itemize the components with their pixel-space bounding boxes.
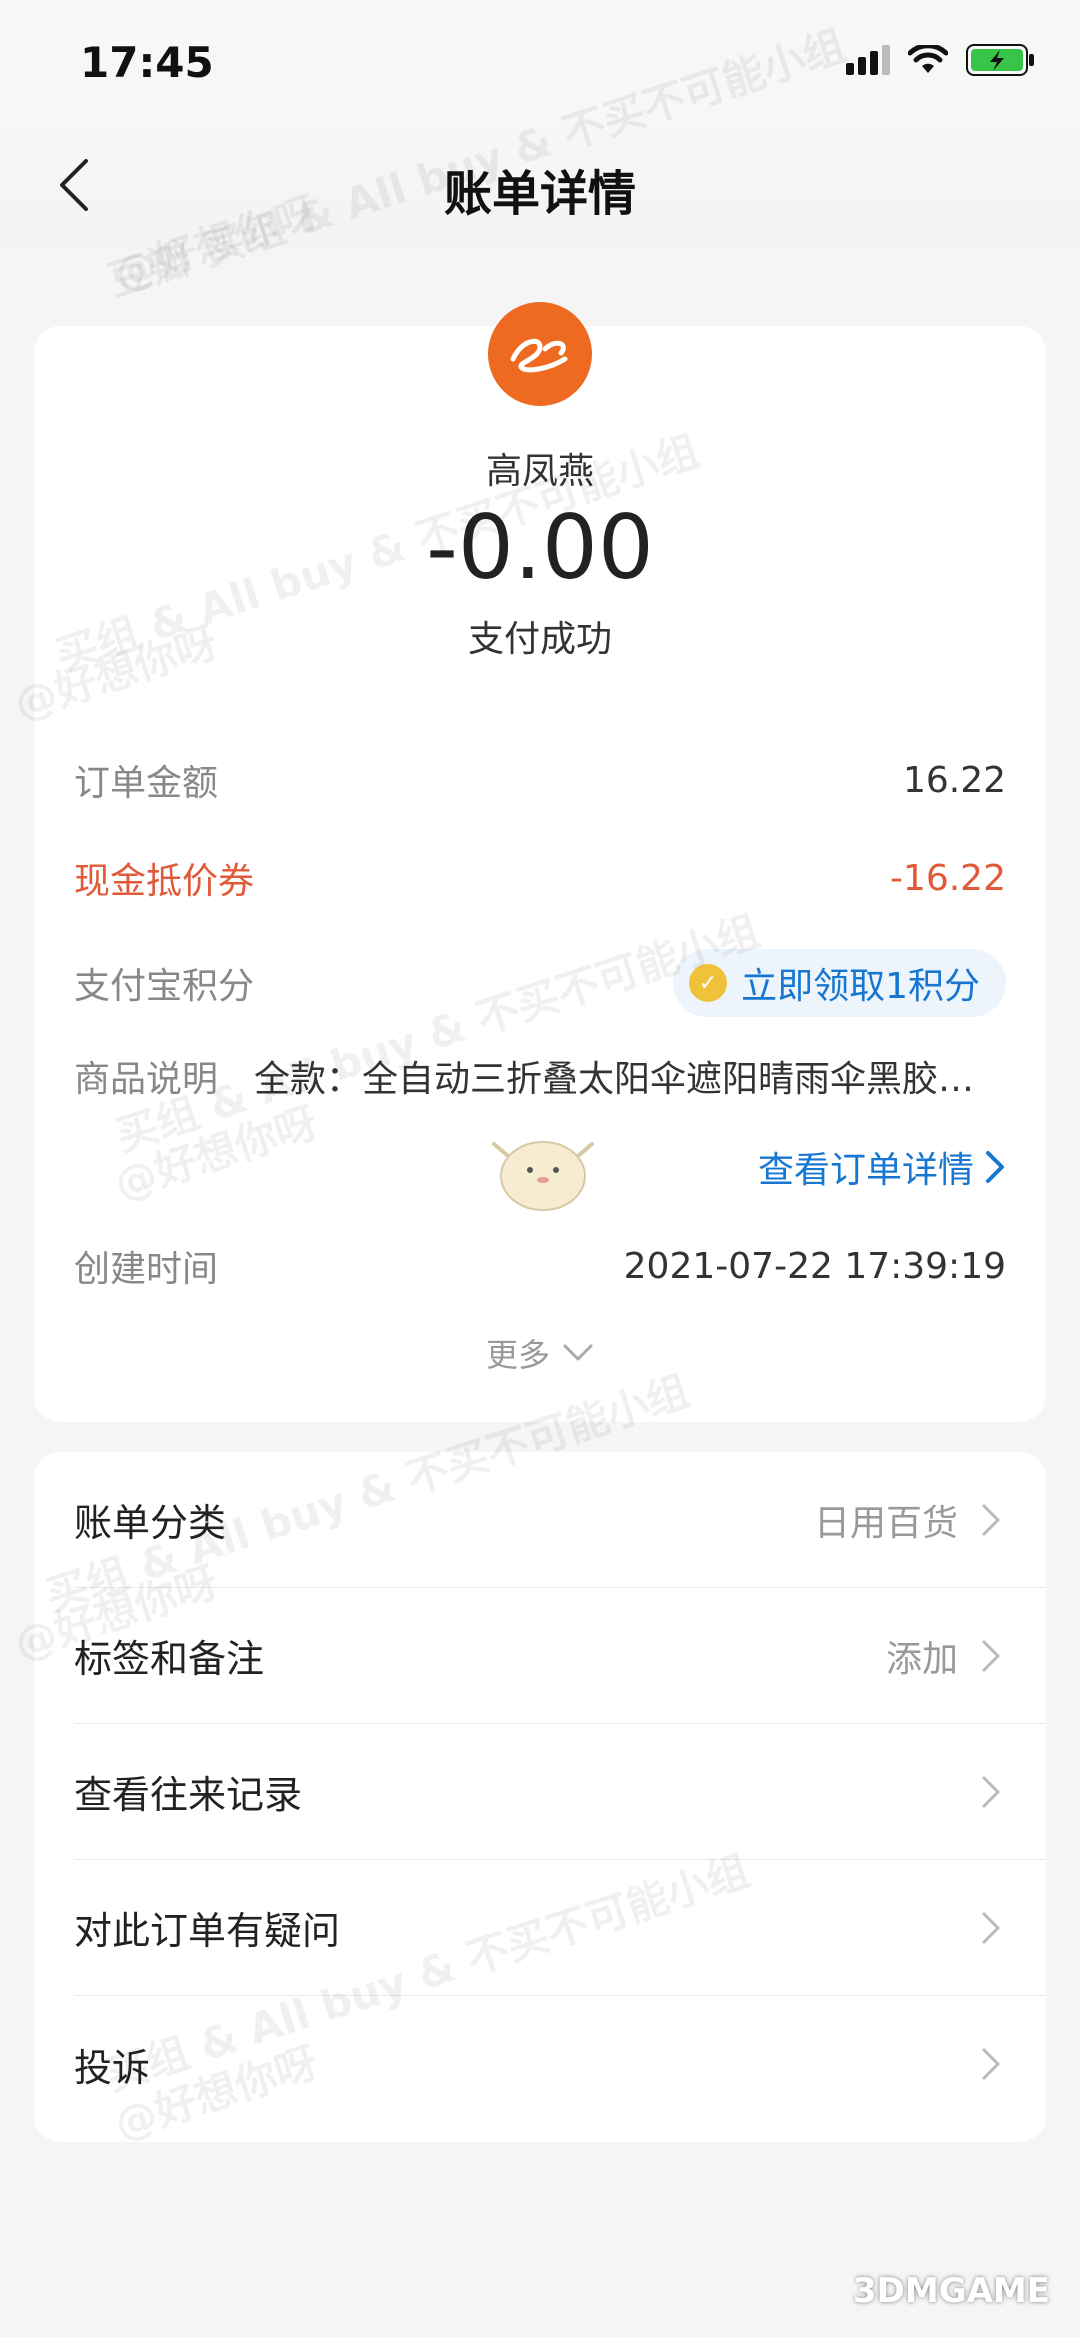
- menu-item-complaint[interactable]: 投诉: [74, 1996, 1046, 2132]
- nav-bar: 账单详情: [0, 120, 1080, 250]
- view-order-details-link[interactable]: 查看订单详情: [74, 1122, 1006, 1212]
- points-row: 支付宝积分 ✓ 立即领取1积分: [74, 946, 1006, 1020]
- description-row: 商品说明 全款：全自动三折叠太阳伞遮阳晴雨伞黑胶防晒防紫外线: [74, 1046, 1006, 1106]
- more-label: 更多: [485, 1336, 550, 1374]
- created-time-value: 2021-07-22 17:39:19: [623, 1245, 1006, 1287]
- menu-item-label: 投诉: [74, 2045, 151, 2090]
- created-time-row: 创建时间 2021-07-22 17:39:19: [74, 1236, 1006, 1296]
- claim-points-button[interactable]: ✓ 立即领取1积分: [673, 949, 1006, 1017]
- chevron-right-icon: [982, 2048, 1000, 2080]
- bill-actions-card: 账单分类 日用百货 标签和备注 添加 查看往来记录 对此订单有疑问 投诉: [34, 1452, 1046, 2142]
- corner-logo: 3DMGAME: [853, 2271, 1050, 2311]
- view-order-details-label: 查看订单详情: [757, 1150, 974, 1191]
- chevron-down-icon: [563, 1344, 593, 1361]
- chevron-right-icon: [982, 1504, 1000, 1535]
- wifi-icon: [908, 45, 948, 73]
- menu-item-label: 对此订单有疑问: [74, 1909, 341, 1953]
- chevron-right-icon: [982, 1640, 1000, 1671]
- order-amount-value: 16.22: [902, 759, 1006, 801]
- menu-item-bill-category[interactable]: 账单分类 日用百货: [74, 1452, 1046, 1588]
- page-title: 账单详情: [443, 166, 636, 222]
- points-label: 支付宝积分: [74, 966, 255, 1007]
- chevron-right-icon: [982, 1776, 1000, 1807]
- menu-item-transaction-history[interactable]: 查看往来记录: [74, 1724, 1046, 1860]
- status-bar: 17:45: [0, 0, 1080, 120]
- chevron-right-blue-icon: [986, 1151, 1004, 1183]
- cellular-signal-icon: [846, 45, 890, 75]
- claim-points-label: 立即领取1积分: [741, 966, 980, 1007]
- order-amount-label: 订单金额: [74, 763, 219, 804]
- coupon-value: -16.22: [889, 857, 1006, 899]
- chevron-right-icon: [982, 1912, 1000, 1943]
- coupon-label: 现金抵价券: [74, 861, 255, 902]
- description-label: 商品说明: [74, 1059, 219, 1100]
- created-time-label: 创建时间: [74, 1249, 219, 1290]
- payment-amount: -0.00: [426, 496, 654, 599]
- bill-summary-card: 高凤燕 -0.00 支付成功 订单金额 16.22 现金抵价券 -16.22 支…: [34, 302, 1046, 1422]
- coupon-row: 现金抵价券 -16.22: [74, 848, 1006, 908]
- menu-item-value: 添加: [885, 1638, 958, 1680]
- battery-charging-icon: [966, 44, 1034, 76]
- order-amount-row: 订单金额 16.22: [74, 750, 1006, 810]
- menu-item-label: 标签和备注: [74, 1637, 265, 1681]
- more-button[interactable]: 更多: [34, 1330, 1046, 1376]
- payment-status: 支付成功: [467, 619, 612, 660]
- merchant-logo-icon: [510, 339, 568, 373]
- menu-item-value: 日用百货: [813, 1502, 958, 1544]
- merchant-logo: [488, 302, 592, 406]
- menu-item-tags-notes[interactable]: 标签和备注 添加: [74, 1588, 1046, 1724]
- menu-item-label: 账单分类: [74, 1501, 227, 1545]
- status-time: 17:45: [80, 38, 214, 87]
- coin-icon: ✓: [689, 964, 728, 1002]
- merchant-name: 高凤燕: [485, 451, 594, 492]
- menu-item-label: 查看往来记录: [74, 1773, 303, 1817]
- menu-item-order-question[interactable]: 对此订单有疑问: [74, 1860, 1046, 1996]
- status-icons: [846, 44, 1036, 76]
- description-value: 全款：全自动三折叠太阳伞遮阳晴雨伞黑胶防晒防紫外线: [254, 1059, 1006, 1100]
